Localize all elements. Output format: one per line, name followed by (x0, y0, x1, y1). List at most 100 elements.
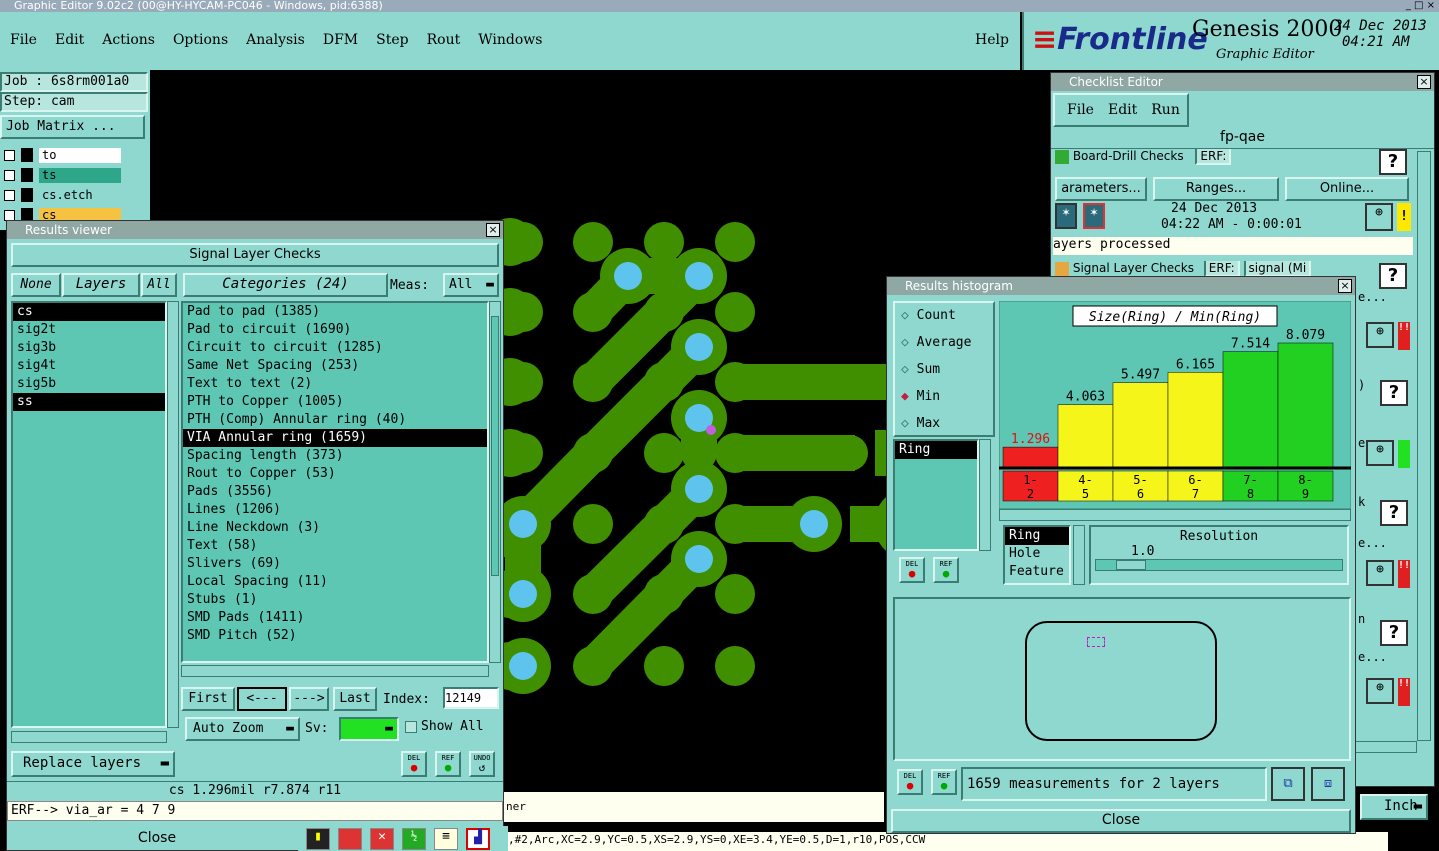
help-question-icon[interactable]: ? (1379, 149, 1407, 175)
close-icon[interactable]: × (1417, 75, 1431, 89)
ring-field[interactable]: Ring (895, 441, 977, 459)
category-item[interactable]: Text to text (2) (183, 375, 487, 393)
unit-dropdown[interactable]: Inch ▬ (1360, 794, 1428, 820)
category-item[interactable]: Lines (1206) (183, 501, 487, 519)
layer-checkbox[interactable] (4, 169, 15, 181)
histogram-chart[interactable]: Size(Ring) / Min(Ring) 1.296 1-2 4.063 4-5 5.… (999, 301, 1351, 521)
none-button[interactable]: None (11, 273, 61, 297)
checklist-menu-edit[interactable]: Edit (1108, 102, 1137, 118)
category-item[interactable]: Spacing length (373) (183, 447, 487, 465)
layers-button[interactable]: Layers (62, 273, 140, 297)
checklist-button[interactable]: arameters... (1055, 177, 1147, 201)
category-item[interactable]: PTH to Copper (1005) (183, 393, 487, 411)
category-list-hscroll[interactable] (181, 665, 489, 677)
category-list[interactable]: Pad to pad (1385) Pad to circuit (1690) Ci… (181, 301, 489, 663)
category-item[interactable]: SMD Pitch (52) (183, 627, 487, 645)
replace-layers-dropdown[interactable]: Replace layers ▬ (11, 751, 175, 777)
layer-row[interactable]: to (0, 146, 150, 164)
next-button[interactable]: ---> (289, 687, 329, 711)
undo-button[interactable]: UNDO ↺ (469, 751, 495, 777)
category-item[interactable]: Local Spacing (11) (183, 573, 487, 591)
first-button[interactable]: First (181, 687, 235, 711)
category-item[interactable]: Pad to pad (1385) (183, 303, 487, 321)
help-menu[interactable]: Help (975, 32, 1009, 48)
menu-windows[interactable]: Windows (478, 32, 542, 48)
checklist-row-drill[interactable]: Board-Drill Checks ERF: (1055, 149, 1411, 169)
category-item[interactable]: SMD Pads (1411) (183, 609, 487, 627)
sub-list-item[interactable]: Feature (1005, 563, 1069, 581)
layer-list-hscroll[interactable] (11, 731, 167, 743)
histogram-bar[interactable] (1112, 382, 1169, 468)
help-question-icon[interactable]: ? (1379, 263, 1407, 289)
menu-file[interactable]: File (10, 32, 37, 48)
measure-icon[interactable]: ½ (402, 827, 426, 850)
close-icon[interactable]: × (1338, 279, 1352, 293)
prev-button[interactable]: <--- (237, 687, 287, 711)
histogram-bar[interactable] (1277, 342, 1334, 468)
ring-list[interactable]: Ring (893, 439, 979, 551)
checklist-scrollbar[interactable] (1417, 151, 1431, 741)
layer-checkbox[interactable] (4, 149, 15, 161)
sub-list[interactable]: Ring Hole Feature (1003, 525, 1071, 585)
layer-row[interactable]: cs.etch (0, 186, 150, 204)
layer-list-item[interactable]: sig2t (13, 321, 165, 339)
report-icon[interactable]: ≡ (434, 827, 458, 850)
stop-icon[interactable]: ✶ (1083, 203, 1105, 229)
del-button[interactable]: DEL ● (401, 751, 427, 777)
category-item[interactable]: VIA Annular ring (1659) (183, 429, 487, 447)
hist-ref-button-2[interactable]: REF ● (931, 769, 957, 795)
mode-radio-min[interactable]: ◆ Min (895, 384, 993, 411)
pointer-icon[interactable]: ▮ (306, 827, 330, 850)
close-button[interactable]: Close (7, 825, 307, 851)
close-icon[interactable]: × (486, 223, 500, 237)
meas-dropdown[interactable]: All ▬ (443, 273, 499, 297)
menu-analysis[interactable]: Analysis (246, 32, 305, 48)
help-question-icon[interactable]: ? (1380, 380, 1408, 406)
menu-step[interactable]: Step (376, 32, 408, 48)
zoom-icon[interactable]: ⊕ (1366, 560, 1394, 586)
histogram-bar[interactable] (1222, 351, 1279, 468)
histogram-hscroll[interactable] (999, 509, 1351, 521)
histogram-bar[interactable] (1167, 372, 1224, 468)
layer-list-scrollbar[interactable] (167, 301, 179, 728)
ref-button[interactable]: REF ● (435, 751, 461, 777)
zoom-icon[interactable]: ⊕ (1365, 203, 1393, 231)
checklist-menu-file[interactable]: File (1067, 102, 1094, 118)
index-input[interactable] (443, 687, 499, 709)
layer-checkbox[interactable] (4, 189, 15, 201)
layer-list-item[interactable]: cs (13, 303, 165, 321)
histogram-icon[interactable]: ▟ (466, 827, 490, 850)
category-item[interactable]: Pad to circuit (1690) (183, 321, 487, 339)
slider-thumb[interactable] (1116, 560, 1146, 570)
checklist-menu-run[interactable]: Run (1151, 102, 1180, 118)
category-item[interactable]: Circuit to circuit (1285) (183, 339, 487, 357)
help-question-icon[interactable]: ? (1380, 620, 1408, 646)
category-list-scrollbar[interactable] (489, 301, 501, 663)
layer-list-item[interactable]: sig5b (13, 375, 165, 393)
import-icon[interactable]: ⧈ (1311, 767, 1345, 801)
category-item[interactable]: Pads (3556) (183, 483, 487, 501)
category-item[interactable]: Text (58) (183, 537, 487, 555)
resolution-slider[interactable] (1095, 559, 1343, 571)
mode-radio-count[interactable]: ◇ Count (895, 303, 993, 330)
mode-radio-max[interactable]: ◇ Max (895, 411, 993, 438)
menu-actions[interactable]: Actions (102, 32, 155, 48)
layer-list-item[interactable]: ss (13, 393, 165, 411)
layer-list-item[interactable]: sig3b (13, 339, 165, 357)
checklist-button[interactable]: Online... (1285, 177, 1409, 201)
checklist-button[interactable]: Ranges... (1153, 177, 1279, 201)
layer-icon[interactable] (338, 827, 362, 850)
run-icon[interactable]: ✶ (1055, 203, 1077, 229)
job-matrix-button[interactable]: Job Matrix ... (0, 115, 145, 139)
hist-del-button[interactable]: DEL ● (899, 557, 925, 583)
category-item[interactable]: Line Neckdown (3) (183, 519, 487, 537)
mode-radio-sum[interactable]: ◇ Sum (895, 357, 993, 384)
menu-dfm[interactable]: DFM (323, 32, 358, 48)
category-item[interactable]: Slivers (69) (183, 555, 487, 573)
show-all-checkbox[interactable] (405, 721, 417, 733)
auto-zoom-dropdown[interactable]: Auto Zoom ▬ (185, 717, 300, 741)
zoom-icon[interactable]: ⊕ (1366, 322, 1394, 348)
error-marker-icon[interactable] (706, 425, 716, 435)
ring-list-scrollbar[interactable] (979, 439, 991, 551)
all-button[interactable]: All (141, 273, 177, 297)
